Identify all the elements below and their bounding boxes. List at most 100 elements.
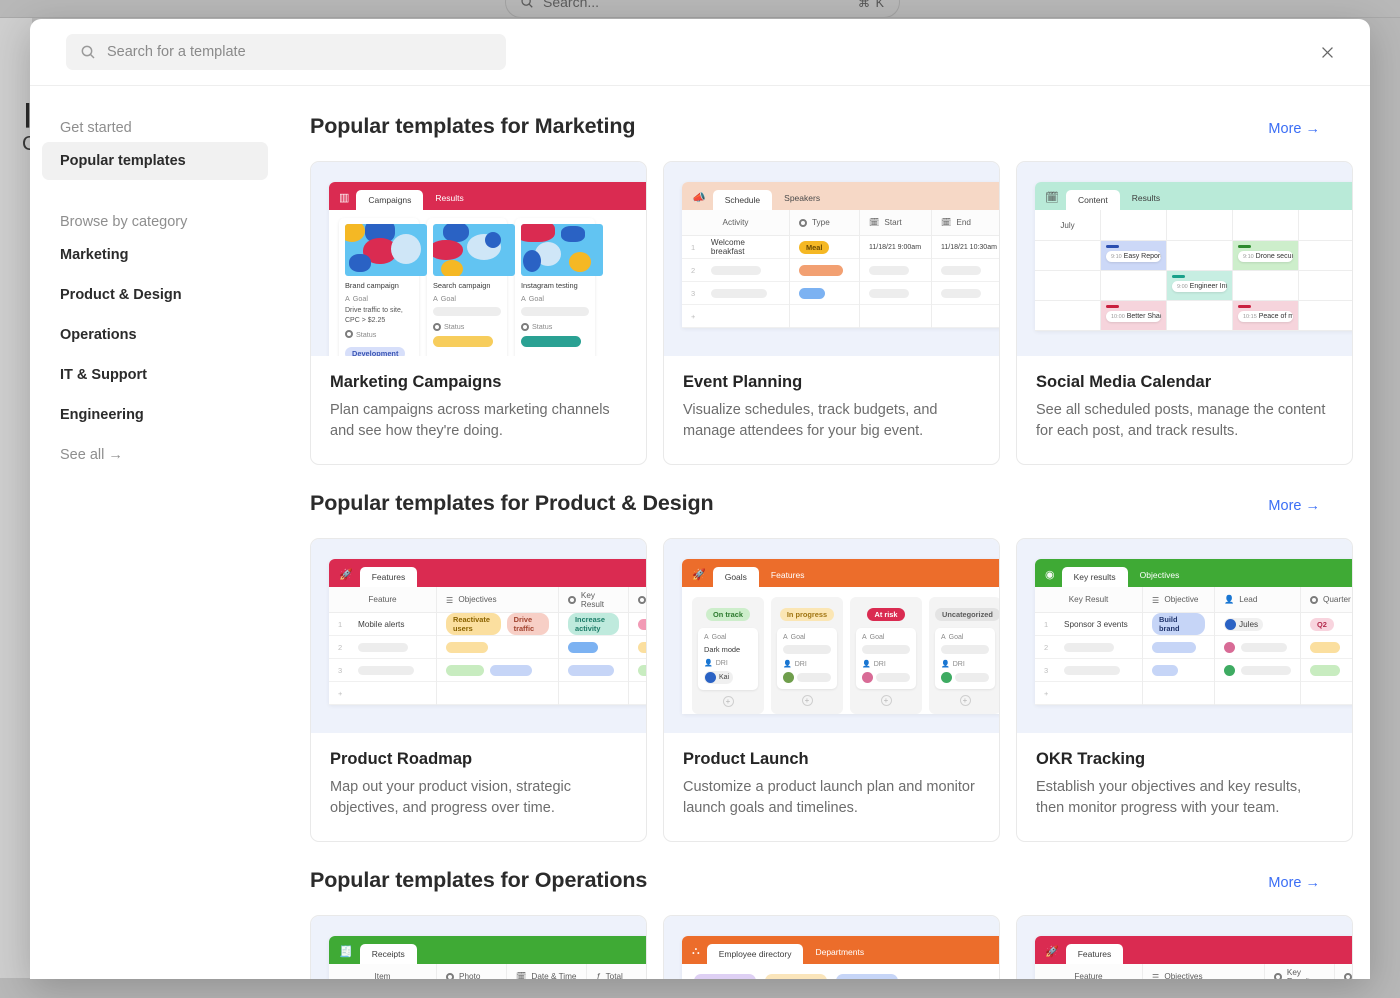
column-header: Key Result (559, 587, 628, 614)
kanban-card[interactable]: A Goal Dark mode 👤 DRI Kai (698, 628, 758, 691)
sidebar-group-label-get-started: Get started (60, 120, 132, 136)
calendar-cell (1299, 301, 1352, 331)
mini-tab[interactable]: Receipts (359, 944, 417, 965)
column-header: 🗓 End (932, 210, 999, 236)
card-row: ▥ Campaigns Results Brand campaign A Goa… (310, 161, 1353, 466)
mini-tab[interactable]: Employee directory (706, 944, 804, 965)
template-card-event-planning[interactable]: 📣 Schedule Speakers Activity 1 Welcome br… (663, 161, 1000, 466)
skeleton-line (941, 645, 989, 655)
modal-body: Get started Popular templates Browse by … (30, 86, 1370, 979)
table-row (860, 282, 931, 305)
calendar-cell-event[interactable]: 9:00 Engineer Inte... (1167, 271, 1233, 301)
status-badge: Development (345, 346, 406, 356)
mini-tab[interactable]: Features (359, 567, 418, 588)
sidebar-item-popular-templates[interactable]: Popular templates (42, 142, 268, 180)
sidebar-item-label: Operations (60, 327, 137, 343)
avatar (1225, 618, 1236, 630)
template-card-social-media-calendar[interactable]: 🗓 Content Results July 9:10 Easy Repor 9… (1016, 161, 1353, 466)
mini-tab[interactable]: Key results (1061, 567, 1128, 588)
section-more-link[interactable]: More → (1268, 121, 1320, 137)
event-dash (1106, 245, 1119, 248)
template-card-okr-tracking[interactable]: ◉ Key results Objectives Key Result 1 Spo… (1016, 538, 1353, 843)
tag-blob (638, 664, 646, 676)
table-row (1215, 659, 1300, 683)
skeleton-line (797, 673, 831, 683)
calendar-cell-event[interactable]: 9:10 Drone security (1233, 241, 1299, 271)
table-column-objective: ☰ Objective Build brand (1143, 587, 1215, 706)
kanban-card[interactable]: A Goal 👤 DRI (777, 628, 837, 690)
sidebar-item-product-design[interactable]: Product & Design (42, 276, 268, 314)
event-dash (1238, 305, 1251, 308)
table-row-add[interactable]: + (329, 682, 436, 706)
table-row (1301, 659, 1352, 683)
table-row: 2 (329, 636, 436, 660)
card-title: OKR Tracking (1036, 750, 1146, 769)
mini-tab[interactable]: Schedule (712, 190, 773, 210)
calendar-cell-event[interactable]: 10:15 Peace of mind (1233, 301, 1299, 331)
sidebar-item-it-support[interactable]: IT & Support (42, 356, 268, 394)
field-label: Goal (440, 294, 456, 303)
mini-tab[interactable]: Objectives (1128, 565, 1192, 587)
mini-tab[interactable]: Content (1065, 190, 1120, 210)
section-more-link[interactable]: More → (1268, 498, 1320, 514)
mini-tab[interactable]: Results (1120, 188, 1172, 210)
table-row-add[interactable]: + (682, 305, 789, 328)
mini-tab[interactable]: Goals (712, 567, 759, 588)
sidebar-item-marketing[interactable]: Marketing (42, 236, 268, 274)
calendar-icon: 🗓 (941, 217, 952, 227)
template-card-product-features[interactable]: 🚀 Features Feature ☰ Objectives Key Resul… (1016, 915, 1353, 979)
column-header: Activity (682, 210, 789, 236)
add-card-button[interactable]: + (880, 695, 892, 707)
add-card-button[interactable]: + (959, 695, 971, 707)
status-blob (433, 336, 493, 347)
template-card-product-roadmap[interactable]: 🚀 Features Feature 1 Mobile alerts 2 3 +… (310, 538, 647, 843)
calendar-cell-event[interactable]: 9:10 Easy Reporting (1101, 241, 1167, 271)
sidebar-item-engineering[interactable]: Engineering (42, 396, 268, 434)
calendar-event[interactable]: 9:10 Drone security (1238, 251, 1293, 262)
calendar-event[interactable]: 9:10 Easy Reporting (1106, 251, 1161, 262)
table-row-add[interactable]: + (1035, 682, 1142, 706)
mini-tab[interactable]: Features (1065, 944, 1124, 965)
calendar-event[interactable]: 10:00 Better Sharing (1106, 311, 1161, 322)
skeleton-line (358, 642, 408, 652)
add-card-button[interactable]: + (801, 695, 813, 707)
table-row: 2 (682, 259, 789, 282)
gallery-goal-text: Drive traffic to site, CPC > $2.25 (345, 307, 403, 324)
template-card-product-launch[interactable]: 🚀 Goals Features On track A Goal Dark mo… (663, 538, 1000, 843)
sidebar-see-all-link[interactable]: See all → (42, 436, 268, 474)
table-row (790, 282, 859, 305)
calendar-event[interactable]: 9:00 Engineer Inte... (1172, 281, 1227, 292)
background-search-bar[interactable]: Search... ⌘ K (505, 0, 900, 18)
mini-tab[interactable]: Results (423, 188, 475, 210)
mini-tab[interactable]: Departments (803, 942, 876, 964)
gallery-field-goal: A Goal (345, 294, 413, 303)
template-card-expense-tracking[interactable]: 🧾 Receipts Item Photo 🗓 Date & Time ƒ Tota… (310, 915, 647, 979)
goal-text: Dark mode (704, 645, 741, 655)
mini-app-toolbar: ▥ Campaigns Results (329, 182, 646, 210)
artwork-thumbnail (521, 224, 603, 276)
template-search-input[interactable]: Search for a template (66, 34, 506, 70)
status-tag-wrap: Development (345, 343, 413, 356)
gallery-item: Brand campaign A Goal Drive traffic to si… (339, 218, 427, 356)
sidebar-item-operations[interactable]: Operations (42, 316, 268, 354)
add-card-button[interactable]: + (722, 696, 734, 708)
mini-gallery: Brand campaign A Goal Drive traffic to si… (329, 210, 646, 356)
table-column-extra (629, 587, 646, 706)
calendar-cell-event[interactable]: 10:00 Better Sharing (1101, 301, 1167, 331)
mini-tab[interactable]: Features (759, 565, 817, 587)
row-number: 2 (1044, 642, 1049, 652)
mini-tab[interactable]: Campaigns (356, 190, 424, 210)
kanban-card[interactable]: A Goal 👤 DRI (935, 628, 995, 690)
section-more-link[interactable]: More → (1268, 875, 1320, 891)
multiselect-icon: ☰ (446, 595, 454, 605)
close-button[interactable] (1310, 35, 1344, 69)
kanban-card[interactable]: A Goal 👤 DRI (856, 628, 916, 690)
table-row: Meal (790, 236, 859, 259)
mini-tab[interactable]: Speakers (772, 188, 832, 210)
mini-table: Key Result 1 Sponsor 3 events 2 3 + ☰ Obje… (1035, 587, 1352, 706)
calendar-event[interactable]: 10:15 Peace of mind (1238, 311, 1293, 322)
template-card-marketing-campaigns[interactable]: ▥ Campaigns Results Brand campaign A Goa… (310, 161, 647, 466)
template-card-employee-directory[interactable]: ⛬ Employee directory Departments (663, 915, 1000, 979)
row-number: 1 (691, 242, 696, 252)
skeleton-line (941, 288, 981, 298)
